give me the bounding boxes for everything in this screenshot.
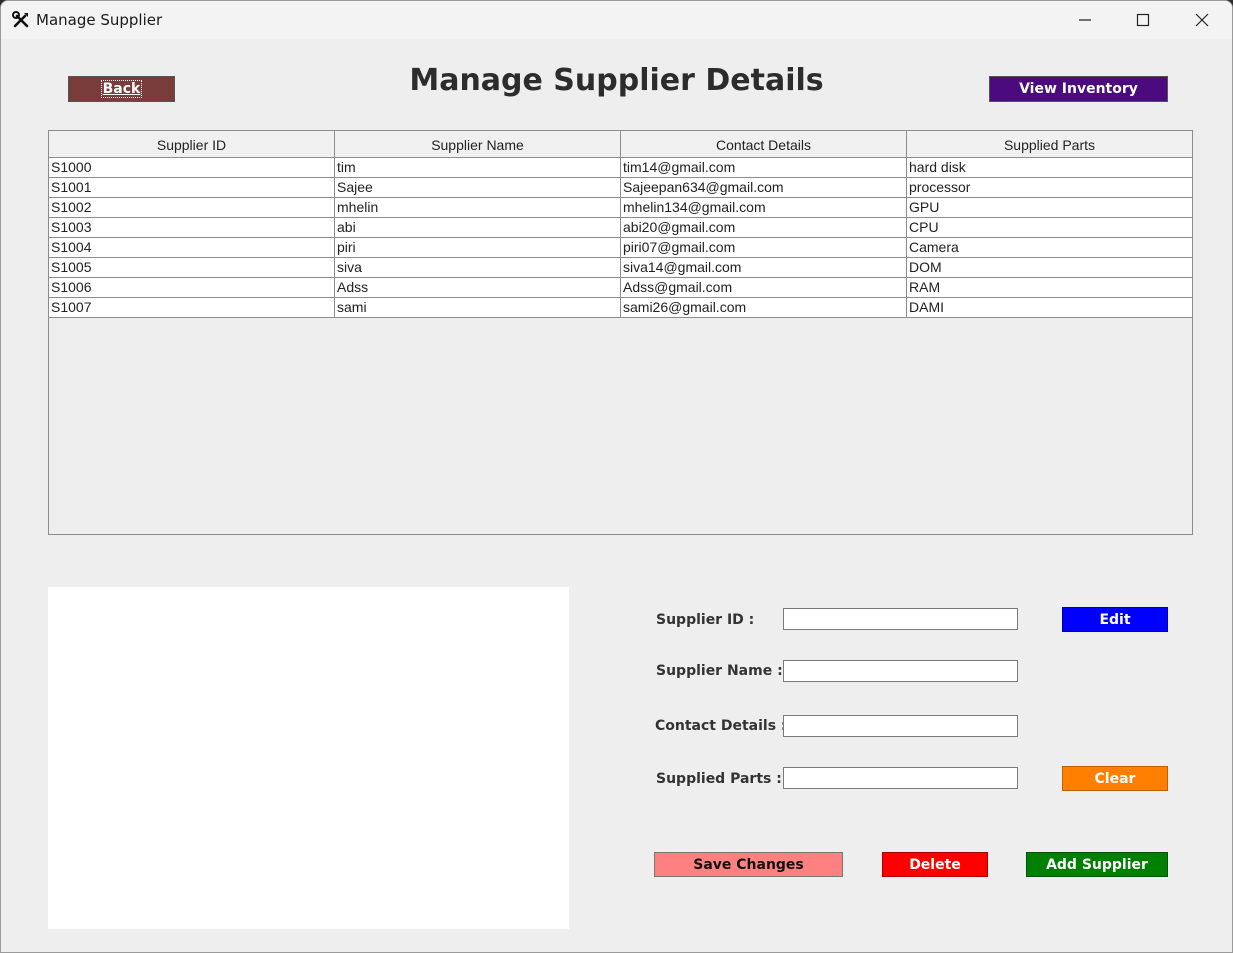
table-cell[interactable]: siva14@gmail.com [620,257,907,278]
table-row[interactable]: S1006 Adss Adss@gmail.com RAM [48,277,1193,298]
supplier-id-input[interactable] [783,608,1018,630]
table-cell[interactable]: abi [334,217,621,238]
close-button[interactable] [1173,1,1231,39]
clear-button[interactable]: Clear [1062,766,1168,791]
table-cell[interactable]: piri07@gmail.com [620,237,907,258]
table-cell[interactable]: S1004 [48,237,335,258]
table-cell[interactable]: S1005 [48,257,335,278]
supplier-table: Supplier ID Supplier Name Contact Detail… [48,130,1193,318]
image-preview-panel [48,587,569,929]
table-row[interactable]: S1004 piri piri07@gmail.com Camera [48,237,1193,258]
table-cell[interactable]: S1006 [48,277,335,298]
table-cell[interactable]: CPU [906,217,1193,238]
supplier-name-input[interactable] [783,660,1018,682]
table-cell[interactable]: RAM [906,277,1193,298]
supplied-parts-input[interactable] [783,767,1018,789]
table-cell[interactable]: mhelin [334,197,621,218]
table-row[interactable]: S1007 sami sami26@gmail.com DAMI [48,297,1193,318]
delete-button[interactable]: Delete [882,852,988,877]
table-cell[interactable]: mhelin134@gmail.com [620,197,907,218]
table-header-row: Supplier ID Supplier Name Contact Detail… [48,130,1193,158]
table-cell[interactable]: Sajeepan634@gmail.com [620,177,907,198]
table-cell[interactable]: S1001 [48,177,335,198]
table-cell[interactable]: tim14@gmail.com [620,157,907,178]
column-header-supplier-name[interactable]: Supplier Name [334,130,621,158]
minimize-icon [1079,19,1091,21]
table-cell[interactable]: processor [906,177,1193,198]
table-cell[interactable]: tim [334,157,621,178]
table-cell[interactable]: sami26@gmail.com [620,297,907,318]
supplier-id-label: Supplier ID : [656,612,755,628]
contact-details-input[interactable] [783,715,1018,737]
table-cell[interactable]: Camera [906,237,1193,258]
table-row[interactable]: S1003 abi abi20@gmail.com CPU [48,217,1193,238]
manage-supplier-window: Manage Supplier Back Manage Supplier Det… [0,0,1233,953]
table-row[interactable]: S1000 tim tim14@gmail.com hard disk [48,157,1193,178]
tools-icon [12,11,30,29]
table-cell[interactable]: S1007 [48,297,335,318]
table-row[interactable]: S1002 mhelin mhelin134@gmail.com GPU [48,197,1193,218]
save-changes-button[interactable]: Save Changes [654,852,843,877]
table-cell[interactable]: DOM [906,257,1193,278]
table-cell[interactable]: DAMI [906,297,1193,318]
supplier-name-label: Supplier Name : [656,663,783,679]
table-cell[interactable]: GPU [906,197,1193,218]
maximize-button[interactable] [1114,1,1172,39]
table-row[interactable]: S1001 Sajee Sajeepan634@gmail.com proces… [48,177,1193,198]
column-header-supplier-id[interactable]: Supplier ID [48,130,335,158]
table-cell[interactable]: abi20@gmail.com [620,217,907,238]
table-cell[interactable]: siva [334,257,621,278]
column-header-contact-details[interactable]: Contact Details [620,130,907,158]
table-cell[interactable]: Sajee [334,177,621,198]
table-cell[interactable]: hard disk [906,157,1193,178]
table-cell[interactable]: Adss [334,277,621,298]
table-cell[interactable]: S1000 [48,157,335,178]
add-supplier-button[interactable]: Add Supplier [1026,852,1168,877]
column-header-supplied-parts[interactable]: Supplied Parts [906,130,1193,158]
contact-details-label: Contact Details : [655,718,787,734]
supplier-table-container: Supplier ID Supplier Name Contact Detail… [48,130,1193,535]
table-row[interactable]: S1005 siva siva14@gmail.com DOM [48,257,1193,278]
table-cell[interactable]: S1002 [48,197,335,218]
title-bar: Manage Supplier [1,1,1232,39]
edit-button[interactable]: Edit [1062,607,1168,632]
supplied-parts-label: Supplied Parts : [656,771,782,787]
close-icon [1195,13,1209,27]
table-cell[interactable]: piri [334,237,621,258]
table-cell[interactable]: S1003 [48,217,335,238]
window-title: Manage Supplier [36,11,163,29]
view-inventory-button[interactable]: View Inventory [989,76,1168,102]
minimize-button[interactable] [1056,1,1114,39]
table-cell[interactable]: Adss@gmail.com [620,277,907,298]
table-cell[interactable]: sami [334,297,621,318]
maximize-icon [1136,13,1150,27]
